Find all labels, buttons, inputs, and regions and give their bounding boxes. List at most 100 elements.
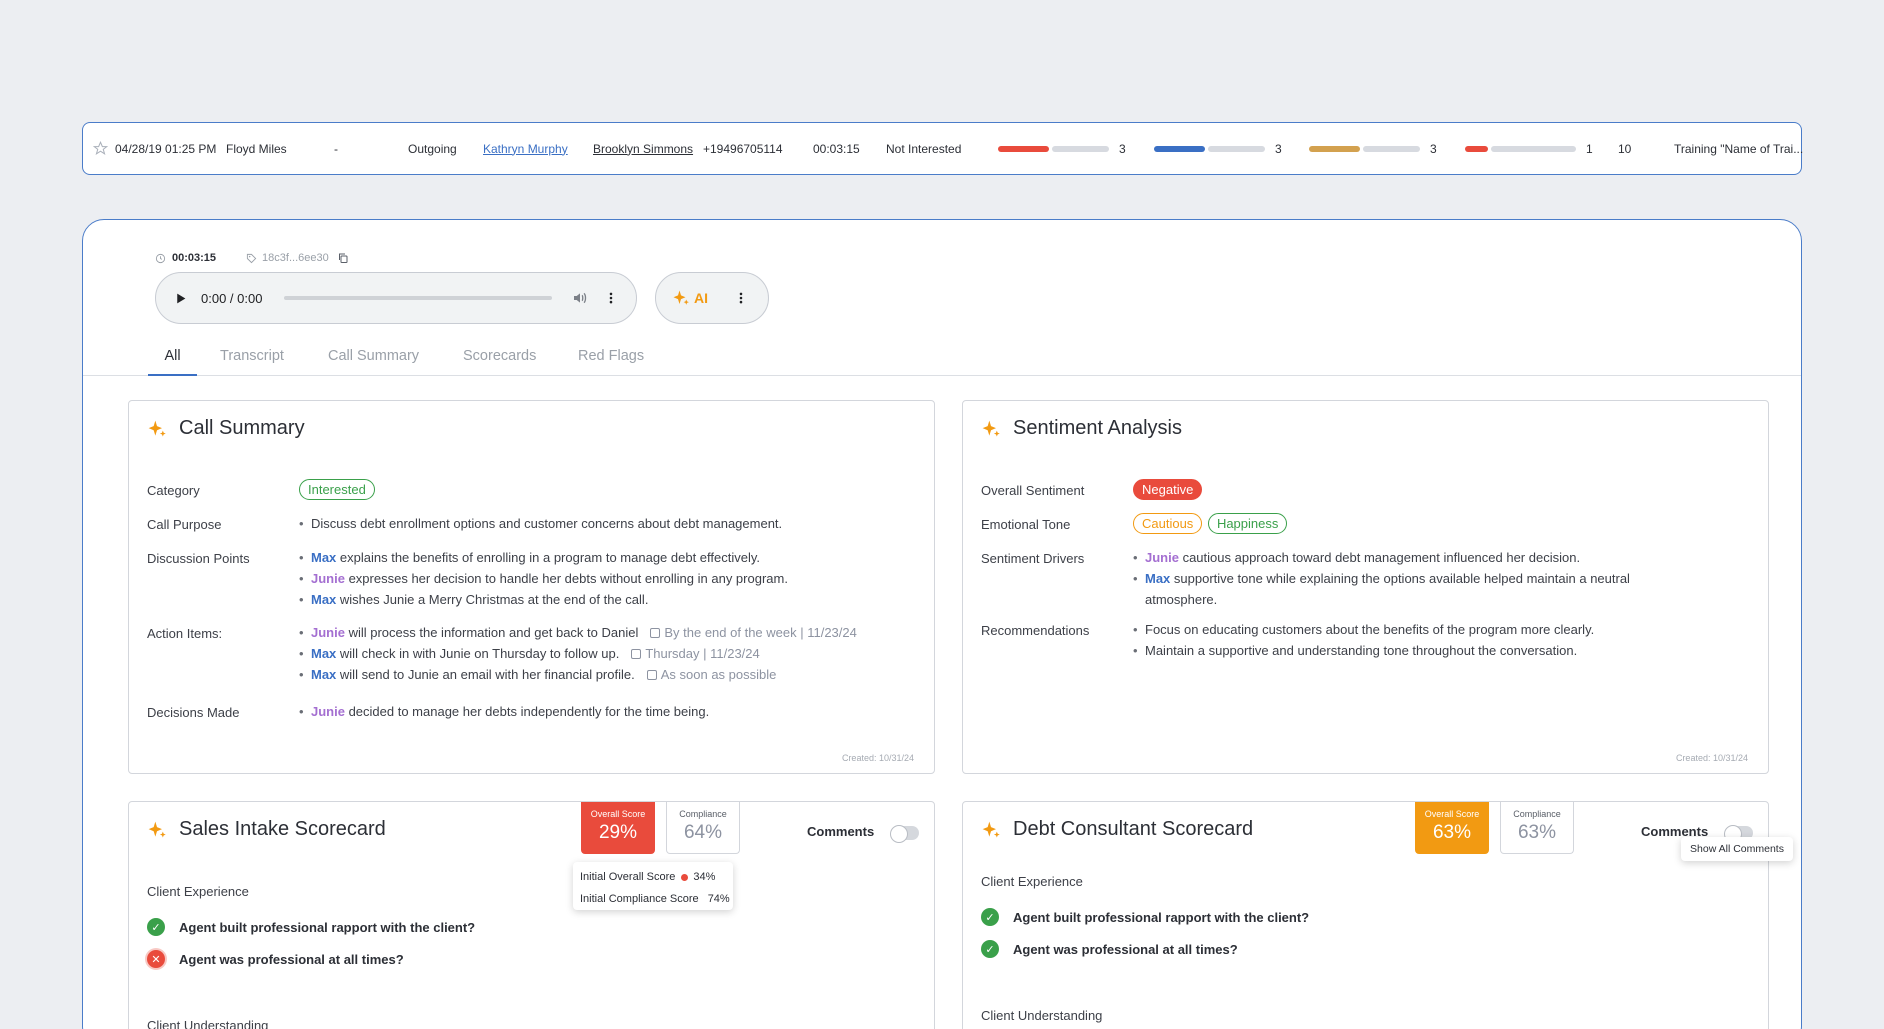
action-item: Max will send to Junie an email with her…: [299, 664, 857, 685]
ai-button[interactable]: AI: [655, 272, 769, 324]
section-client-understanding: Client Understanding: [147, 1018, 269, 1029]
sales-scorecard-title-text: Sales Intake Scorecard: [179, 818, 386, 840]
recommendations-list: Focus on educating customers about the b…: [1133, 619, 1594, 661]
score-bar-fill: [998, 145, 1049, 152]
discussion-text: expresses her decision to handle her deb…: [344, 571, 788, 586]
sparkle-icon: [982, 420, 1000, 436]
speaker-name: Junie: [311, 571, 345, 586]
call-row[interactable]: 04/28/19 01:25 PM Floyd Miles - Outgoing…: [82, 122, 1803, 175]
sparkle-icon: [982, 821, 1000, 837]
tab-transcript[interactable]: Transcript: [220, 344, 284, 376]
debt-scorecard-panel: Debt Consultant Scorecard Overall Score …: [962, 801, 1769, 1029]
score-bar-track: [1208, 145, 1265, 152]
recommendation-item: Focus on educating customers about the b…: [1133, 619, 1594, 640]
score-bar-value: 3: [1430, 141, 1437, 156]
recommendations-label: Recommendations: [981, 623, 1090, 638]
tone-tag: Cautious: [1133, 513, 1203, 534]
tab-scorecards[interactable]: Scorecards: [463, 344, 536, 376]
score-bar-fill: [1309, 145, 1360, 152]
calendar-icon: [650, 628, 661, 638]
sparkle-icon: [148, 821, 166, 837]
more-vertical-icon[interactable]: [604, 290, 618, 306]
row-customer-link[interactable]: Brooklyn Simmons: [593, 123, 693, 174]
driver-item: Max supportive tone while explaining the…: [1133, 568, 1653, 610]
audio-player: 0:00 / 0:00: [155, 272, 637, 324]
row-direction: Outgoing: [408, 141, 457, 156]
row-duration: 00:03:15: [813, 141, 860, 156]
driver-item: Junie cautious approach toward debt mana…: [1133, 547, 1653, 568]
more-vertical-icon[interactable]: [734, 290, 748, 306]
row-contact-link[interactable]: Kathryn Murphy: [483, 123, 568, 174]
score-bar-track: [1052, 145, 1109, 152]
row-count: 10: [1618, 141, 1632, 156]
volume-icon[interactable]: [572, 290, 588, 306]
row-disposition: Not Interested: [886, 141, 962, 156]
overall-score-box[interactable]: Overall Score 29%: [581, 802, 655, 854]
decision-text: decided to manage her debts independentl…: [344, 704, 710, 719]
discussion-point: Max wishes Junie a Merry Christmas at th…: [299, 589, 788, 610]
ai-label: AI: [694, 290, 708, 306]
row-agent: Floyd Miles: [226, 141, 287, 156]
category-tag: Interested: [299, 479, 375, 500]
speaker-name: Max: [311, 550, 337, 565]
call-summary-title: Call Summary: [147, 417, 305, 440]
discussion-text: explains the benefits of enrolling in a …: [336, 550, 761, 565]
due-date-text: Thursday | 11/23/24: [645, 646, 760, 661]
due-date-text: By the end of the week | 11/23/24: [664, 625, 857, 640]
compliance-score-value: 64%: [683, 822, 723, 843]
decisions-made-label: Decisions Made: [147, 705, 240, 720]
overall-score-box[interactable]: Overall Score 63%: [1415, 802, 1489, 854]
tab-call-summary[interactable]: Call Summary: [328, 344, 419, 376]
discussion-points-list: Max explains the benefits of enrolling i…: [299, 547, 788, 610]
tooltip-overall-label: Initial Overall Score: [580, 871, 676, 883]
call-summary-panel: Call Summary Category Interested Call Pu…: [128, 400, 935, 774]
star-icon[interactable]: [93, 123, 108, 174]
compliance-score-box[interactable]: Compliance 64%: [666, 802, 740, 854]
driver-text: cautious approach toward debt management…: [1178, 550, 1581, 565]
score-bar: 1: [1465, 123, 1593, 174]
x-circle-icon: ✕: [147, 950, 165, 968]
overall-score-label: Overall Score: [1424, 809, 1480, 819]
compliance-score-value: 63%: [1517, 822, 1557, 843]
section-client-experience: Client Experience: [147, 884, 249, 899]
compliance-score-box[interactable]: Compliance 63%: [1500, 802, 1574, 854]
sparkle-icon: [148, 420, 166, 436]
tag-icon: [246, 253, 257, 263]
action-item: Max will check in with Junie on Thursday…: [299, 643, 857, 664]
score-bar-value: 3: [1275, 141, 1282, 156]
score-bar: 3: [1154, 123, 1282, 174]
tab-all[interactable]: All: [148, 344, 197, 376]
call-purpose-list: Discuss debt enrollment options and cust…: [299, 513, 782, 534]
tab-red-flags[interactable]: Red Flags: [578, 344, 644, 376]
action-items-list: Junie will process the information and g…: [299, 622, 857, 685]
comments-toggle[interactable]: [890, 825, 919, 843]
debt-scorecard-title: Debt Consultant Scorecard: [981, 818, 1253, 841]
play-icon[interactable]: [174, 292, 187, 305]
show-all-comments-tooltip[interactable]: Show All Comments: [1681, 837, 1793, 861]
emotional-tone-label: Emotional Tone: [981, 517, 1071, 532]
scorecard-item: ✓ Agent built professional rapport with …: [147, 918, 475, 936]
scorecard-item: ✓ Agent built professional rapport with …: [981, 908, 1309, 926]
row-datetime: 04/28/19 01:25 PM: [115, 141, 217, 156]
discussion-text: wishes Junie a Merry Christmas at the en…: [336, 592, 649, 607]
call-purpose-item: Discuss debt enrollment options and cust…: [299, 513, 782, 534]
recommendation-item: Maintain a supportive and understanding …: [1133, 640, 1594, 661]
action-text: will send to Junie an email with her fin…: [336, 667, 635, 682]
player-seek-bar[interactable]: [284, 296, 552, 300]
action-items-label: Action Items:: [147, 626, 223, 641]
due-date: As soon as possible: [646, 667, 776, 682]
check-circle-icon: ✓: [147, 918, 165, 936]
tooltip-compliance-label: Initial Compliance Score: [580, 893, 699, 905]
sentiment-drivers-label: Sentiment Drivers: [981, 551, 1085, 566]
category-label: Category: [147, 483, 200, 498]
call-summary-title-text: Call Summary: [179, 417, 305, 439]
call-detail-card: 00:03:15 18c3f...6ee30 0:00 / 0:00 AI Al…: [82, 219, 1802, 1029]
driver-text: supportive tone while explaining the opt…: [1145, 571, 1630, 607]
discussion-point: Junie expresses her decision to handle h…: [299, 568, 788, 589]
initial-score-tooltip: Initial Overall Score 34% Initial Compli…: [573, 862, 733, 910]
action-text: will check in with Junie on Thursday to …: [336, 646, 620, 661]
copy-icon[interactable]: [337, 252, 349, 264]
sentiment-title-text: Sentiment Analysis: [1013, 417, 1182, 439]
score-bar-track: [1363, 145, 1420, 152]
score-bar-value: 1: [1586, 141, 1593, 156]
